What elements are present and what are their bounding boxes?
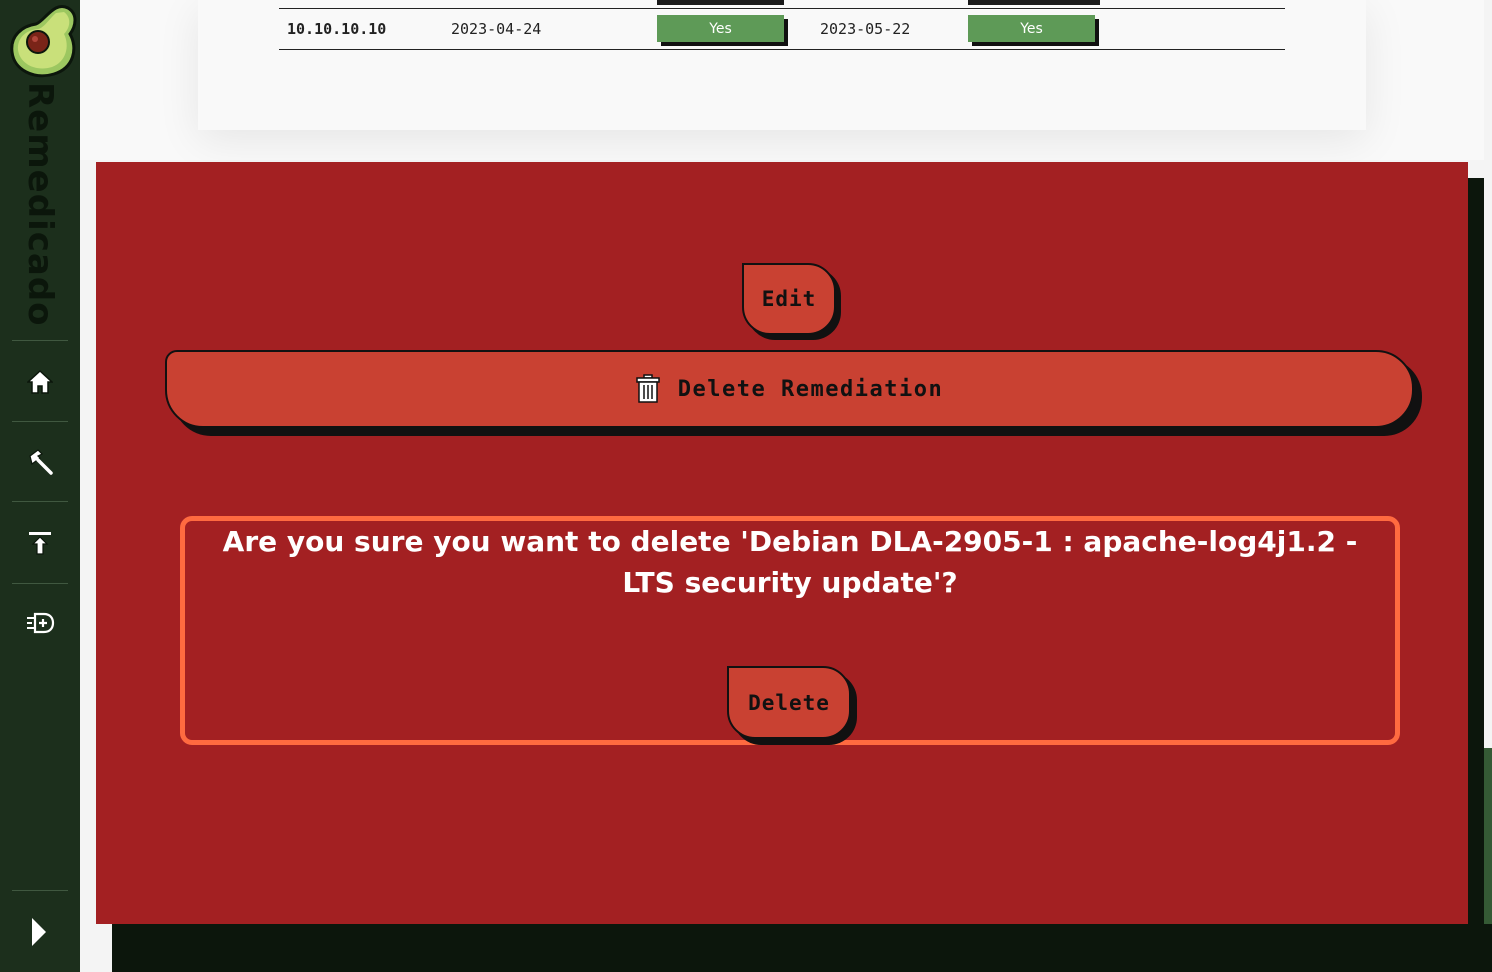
add-list-icon	[27, 612, 55, 634]
divider	[12, 340, 68, 341]
divider	[12, 501, 68, 502]
delete-remediation-button[interactable]: Delete Remediation	[165, 350, 1414, 428]
chevron-right-icon	[32, 918, 46, 946]
table-row-divider	[279, 8, 1285, 9]
divider	[12, 421, 68, 422]
divider	[12, 890, 68, 891]
brand-title: Remedicado	[20, 82, 60, 327]
footer-strip	[112, 924, 1492, 972]
confirm-message: Are you sure you want to delete 'Debian …	[222, 525, 1358, 599]
status-badge: Yes	[657, 15, 784, 42]
table-row-divider	[279, 49, 1285, 50]
prev-badge-bottom	[657, 0, 784, 5]
nav-remediations[interactable]	[20, 442, 60, 482]
prev-badge-bottom	[968, 0, 1100, 5]
nav-upload[interactable]	[20, 523, 60, 563]
upload-icon	[29, 532, 51, 555]
confirm-delete-button[interactable]: Delete	[727, 666, 851, 739]
status-badge: Yes	[968, 15, 1095, 42]
scroll-track	[1468, 178, 1484, 972]
delete-remediation-label: Delete Remediation	[677, 376, 944, 402]
second-date: 2023-05-22	[820, 20, 911, 38]
hammer-icon	[29, 449, 53, 475]
host-ip: 10.10.10.10	[287, 20, 387, 38]
nav-home[interactable]	[20, 362, 60, 402]
first-date: 2023-04-24	[451, 20, 542, 38]
divider	[12, 583, 68, 584]
nav-add[interactable]	[20, 603, 60, 643]
sidebar: Remedicado	[0, 0, 80, 972]
trash-icon	[636, 374, 660, 403]
home-icon	[27, 369, 53, 394]
edit-button[interactable]: Edit	[742, 263, 836, 335]
expand-sidebar-button[interactable]	[26, 912, 56, 952]
avocado-logo-icon	[10, 5, 77, 78]
